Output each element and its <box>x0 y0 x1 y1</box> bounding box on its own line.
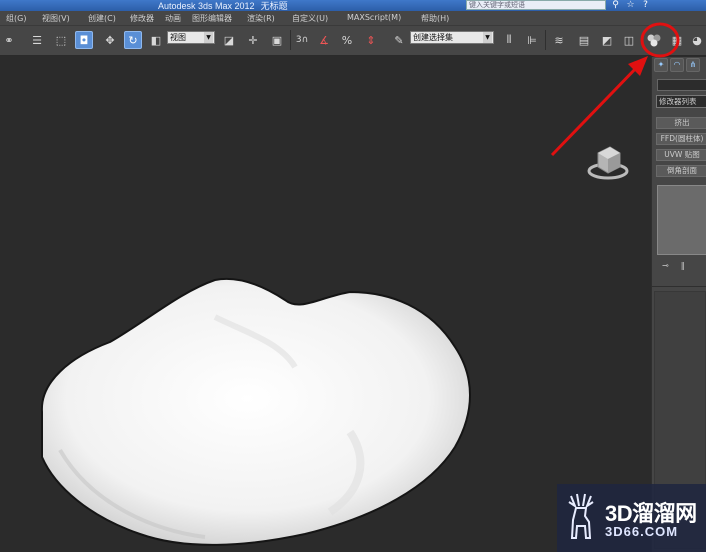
extrude-button[interactable]: 挤出 <box>656 117 706 129</box>
search-input[interactable]: 键入关键字或短语 <box>466 0 606 10</box>
menu-rendering[interactable]: 渲染(R) <box>247 13 275 24</box>
render-setup-icon[interactable]: ▦ <box>668 31 686 49</box>
select-move-icon[interactable]: ✥ <box>101 31 119 49</box>
rectangle-selection-icon[interactable]: ⬚ <box>52 31 70 49</box>
menu-customize[interactable]: 自定义(U) <box>292 13 328 24</box>
tab-create[interactable]: ✦ <box>654 58 668 72</box>
watermark-logo: 3D溜溜网 3D66.COM <box>557 484 706 552</box>
command-panel: ✦ ◠ ⋔ 修改器列表 挤出 FFD(圆柱体) UVW 贴图 倒角剖面 ⊸ ‖ <box>651 57 706 552</box>
deer-logo-icon <box>568 493 594 539</box>
mirror-icon[interactable]: ⫴ <box>500 31 518 49</box>
menu-views[interactable]: 视图(V) <box>42 13 70 24</box>
main-toolbar: ⚭ ☰ ⬚ ◘ ✥ ↻ ◧ 视图 ▼ ◪ ✛ ▣ 3 ∩ ∡ % ⇕ ✎ 创建选择集… <box>0 26 706 56</box>
curve-editor-icon[interactable]: ◩ <box>598 31 616 49</box>
keyboard-shortcut-override-icon[interactable]: ▣ <box>268 31 286 49</box>
bevel-profile-button[interactable]: 倒角剖面 <box>656 165 706 177</box>
object-name-field[interactable] <box>657 79 706 91</box>
link-icon[interactable]: ⚭ <box>0 31 18 49</box>
select-by-name-icon[interactable]: ☰ <box>28 31 46 49</box>
schematic-view-icon[interactable]: ◫ <box>620 31 638 49</box>
menu-help[interactable]: 帮助(H) <box>421 13 449 24</box>
menu-create[interactable]: 创建(C) <box>88 13 116 24</box>
perspective-viewport[interactable] <box>0 57 651 552</box>
select-rotate-icon[interactable]: ↻ <box>124 31 142 49</box>
ffd-cylinder-button[interactable]: FFD(圆柱体) <box>656 133 706 145</box>
modifier-list-dropdown[interactable]: 修改器列表 <box>656 95 706 108</box>
watermark-domain: 3D66.COM <box>605 524 679 539</box>
title-bar: Autodesk 3ds Max 2012 无标题 键入关键字或短语 ⚲ ☆ ? <box>0 0 706 11</box>
select-manipulate-icon[interactable]: ✛ <box>244 31 262 49</box>
menu-graph-editors[interactable]: 图形编辑器 <box>192 13 232 24</box>
viewcube-icon[interactable] <box>583 135 633 185</box>
angle-snap-icon[interactable]: ∡ <box>315 31 333 49</box>
graphite-ribbon-icon[interactable]: ▤ <box>575 31 593 49</box>
material-editor-button[interactable] <box>645 31 663 49</box>
menu-maxscript[interactable]: MAXScript(M) <box>347 13 401 22</box>
rock-mesh[interactable] <box>30 272 490 552</box>
tab-hierarchy[interactable]: ⋔ <box>686 58 700 72</box>
show-end-result-icon[interactable]: ‖ <box>681 261 685 270</box>
edit-named-selection-icon[interactable]: ✎ <box>390 31 408 49</box>
layer-manager-icon[interactable]: ≋ <box>550 31 568 49</box>
snaps-toggle-icon[interactable]: 3 ∩ <box>293 31 311 49</box>
modifier-stack[interactable] <box>657 185 706 255</box>
align-icon[interactable]: ⊫ <box>523 31 541 49</box>
window-crossing-icon[interactable]: ◘ <box>75 31 93 49</box>
render-icon[interactable]: ◕ <box>688 31 706 49</box>
uvw-map-button[interactable]: UVW 贴图 <box>656 149 706 161</box>
star-icon[interactable]: ☆ <box>625 0 636 11</box>
percent-snap-icon[interactable]: % <box>338 31 356 49</box>
pin-stack-icon[interactable]: ⊸ <box>662 261 669 270</box>
pivot-center-icon[interactable]: ◪ <box>220 31 238 49</box>
binoculars-icon[interactable]: ⚲ <box>610 0 621 11</box>
spinner-snap-icon[interactable]: ⇕ <box>362 31 380 49</box>
reference-coord-dropdown[interactable]: 视图 ▼ <box>167 31 215 44</box>
tab-modify[interactable]: ◠ <box>670 58 684 72</box>
menu-group[interactable]: 组(G) <box>6 13 26 24</box>
window-title: Autodesk 3ds Max 2012 无标题 <box>158 1 288 11</box>
menu-animation[interactable]: 动画 <box>165 13 181 24</box>
menu-modifiers[interactable]: 修改器 <box>130 13 154 24</box>
menu-bar: 组(G) 视图(V) 创建(C) 修改器 动画 图形编辑器 渲染(R) 自定义(… <box>0 11 706 26</box>
select-scale-icon[interactable]: ◧ <box>147 31 165 49</box>
help-icon[interactable]: ? <box>640 0 651 11</box>
named-selection-set-dropdown[interactable]: 创建选择集 ▼ <box>410 31 494 44</box>
